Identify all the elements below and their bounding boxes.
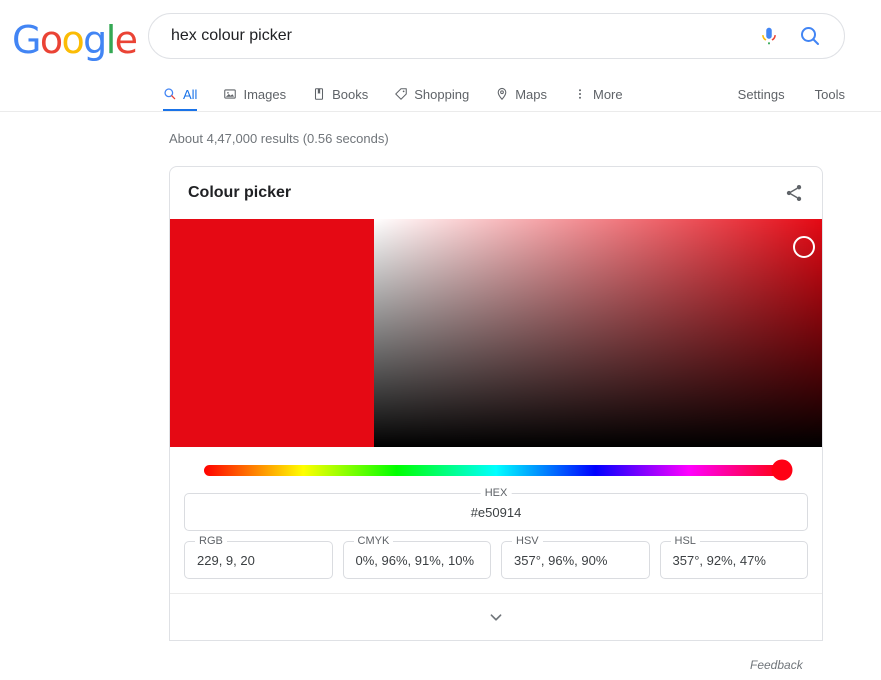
sv-black-gradient [374, 219, 822, 447]
hsv-field-value: 357°, 96%, 90% [514, 552, 608, 568]
google-logo[interactable]: Google [12, 18, 138, 62]
hex-field[interactable]: HEX #e50914 [184, 487, 808, 531]
nav-tabs-row: All Images Books Shopping Maps More Sett… [0, 78, 881, 112]
colour-picker-card: Colour picker HEX #e50914 RGB 229, 9, 20… [169, 166, 823, 641]
tools-button[interactable]: Tools [815, 87, 845, 102]
cmyk-field-value: 0%, 96%, 91%, 10% [355, 552, 475, 568]
logo-letter-o1: o [39, 18, 63, 62]
colour-model-grid: RGB 229, 9, 20 CMYK 0%, 96%, 91%, 10% HS… [184, 535, 808, 579]
tab-images-label: Images [243, 86, 287, 102]
hsv-field-label: HSV [512, 535, 543, 547]
settings-button[interactable]: Settings [738, 87, 785, 102]
tab-more[interactable]: More [560, 78, 636, 110]
tab-books-label: Books [332, 86, 369, 102]
colour-preview-row [170, 219, 822, 447]
saturation-value-area[interactable] [374, 219, 822, 447]
book-icon [315, 88, 324, 100]
search-input[interactable] [169, 26, 758, 46]
logo-letter-l: l [105, 18, 117, 62]
logo-letter-g2: g [83, 18, 107, 62]
colour-value-fields: HEX #e50914 RGB 229, 9, 20 CMYK 0%, 96%,… [170, 487, 822, 593]
share-icon[interactable] [784, 183, 804, 203]
hex-field-value: #e50914 [470, 504, 522, 520]
nav-tabs: All Images Books Shopping Maps More [163, 78, 636, 112]
logo-letter-g1: G [12, 18, 41, 62]
tab-books[interactable]: Books [299, 78, 381, 110]
hsl-field-value: 357°, 92%, 47% [672, 552, 766, 568]
colour-swatch [170, 219, 374, 447]
logo-letter-o2: o [61, 18, 85, 62]
tab-maps-label: Maps [515, 86, 547, 102]
expand-card-button[interactable] [170, 593, 822, 640]
search-icon[interactable] [798, 24, 822, 48]
rgb-field[interactable]: RGB 229, 9, 20 [184, 535, 333, 579]
cmyk-field-label: CMYK [353, 535, 394, 547]
chevron-down-icon [490, 614, 502, 621]
tab-images[interactable]: Images [210, 78, 299, 110]
feedback-link[interactable]: Feedback [750, 658, 803, 672]
hue-slider-track[interactable] [204, 459, 793, 481]
map-pin-icon [497, 87, 507, 101]
tab-more-label: More [592, 86, 623, 102]
color-selector-handle[interactable] [793, 236, 816, 259]
tab-all[interactable]: All [163, 78, 210, 112]
page-header: Google hex colour picker All Images Book… [0, 0, 881, 112]
more-vertical-icon [578, 89, 581, 99]
page-title: Colour picker [188, 184, 292, 201]
results-count: About 4,47,000 results (0.56 seconds) [169, 131, 389, 146]
hex-field-label: HEX [480, 487, 512, 499]
search-box[interactable] [148, 13, 845, 59]
hsv-field[interactable]: HSV 357°, 96%, 90% [501, 535, 650, 579]
microphone-icon[interactable] [758, 25, 780, 47]
nav-divider [0, 111, 881, 112]
tag-icon [395, 88, 408, 100]
image-icon [224, 89, 237, 99]
cmyk-field[interactable]: CMYK 0%, 96%, 91%, 10% [342, 535, 491, 579]
hue-slider-thumb[interactable] [771, 459, 793, 481]
hsl-field[interactable]: HSL 357°, 92%, 47% [659, 535, 808, 579]
card-header: Colour picker [170, 167, 822, 219]
search-box-icons [758, 24, 822, 48]
tab-maps[interactable]: Maps [482, 78, 560, 110]
logo-letter-e: e [114, 18, 138, 62]
tab-shopping-label: Shopping [414, 86, 470, 102]
search-icon [164, 88, 176, 100]
rgb-field-label: RGB [195, 535, 227, 547]
nav-right-actions: Settings Tools [738, 78, 845, 110]
tab-shopping[interactable]: Shopping [381, 78, 482, 110]
hsl-field-label: HSL [670, 535, 700, 547]
tab-all-label: All [183, 86, 198, 102]
rgb-field-value: 229, 9, 20 [197, 552, 255, 568]
